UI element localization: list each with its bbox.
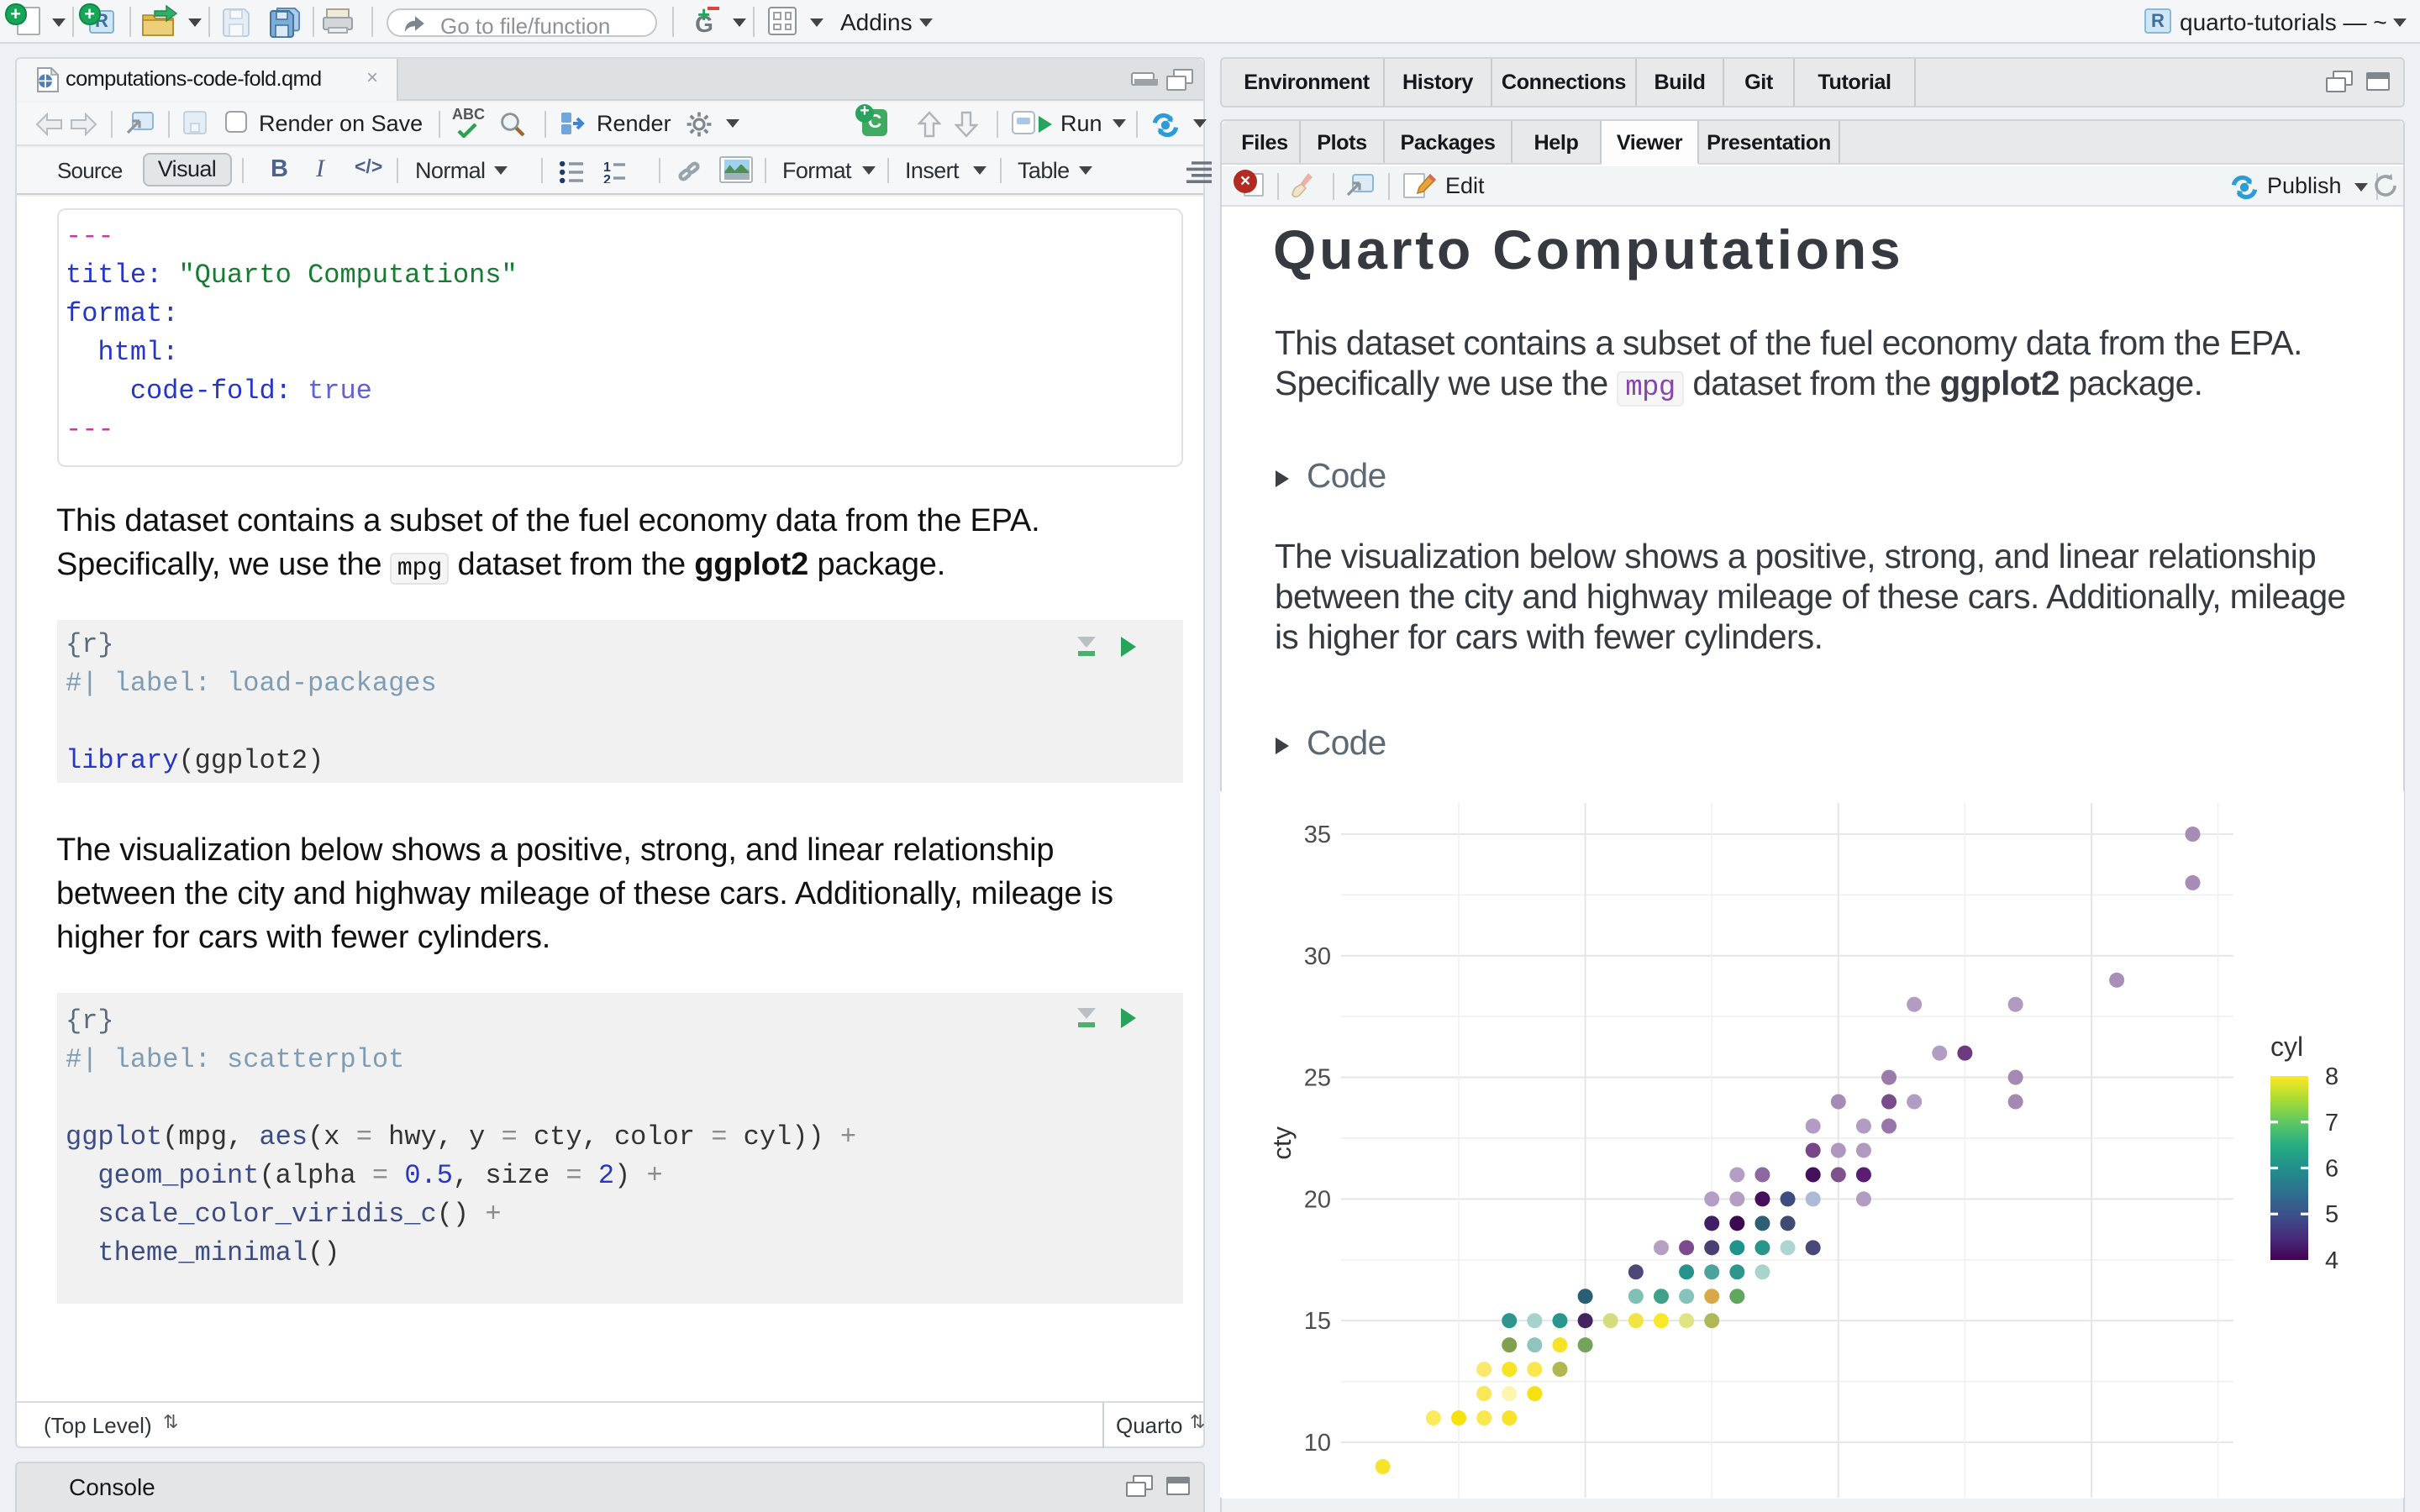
svg-text:2: 2 bbox=[603, 172, 611, 182]
svg-text:cyl: cyl bbox=[2270, 1032, 2303, 1062]
svg-text:7: 7 bbox=[2325, 1110, 2338, 1137]
svg-text:cty: cty bbox=[1267, 1126, 1297, 1159]
svg-text:5: 5 bbox=[2325, 1201, 2338, 1228]
svg-text:25: 25 bbox=[1304, 1065, 1331, 1092]
svg-text:35: 35 bbox=[1304, 822, 1331, 848]
svg-text:4: 4 bbox=[2325, 1247, 2338, 1274]
svg-text:10: 10 bbox=[1304, 1430, 1331, 1457]
svg-text:8: 8 bbox=[2325, 1063, 2338, 1090]
svg-text:20: 20 bbox=[1304, 1186, 1331, 1213]
svg-text:15: 15 bbox=[1304, 1308, 1331, 1335]
svg-text:6: 6 bbox=[2325, 1156, 2338, 1183]
svg-text:30: 30 bbox=[1304, 943, 1331, 970]
